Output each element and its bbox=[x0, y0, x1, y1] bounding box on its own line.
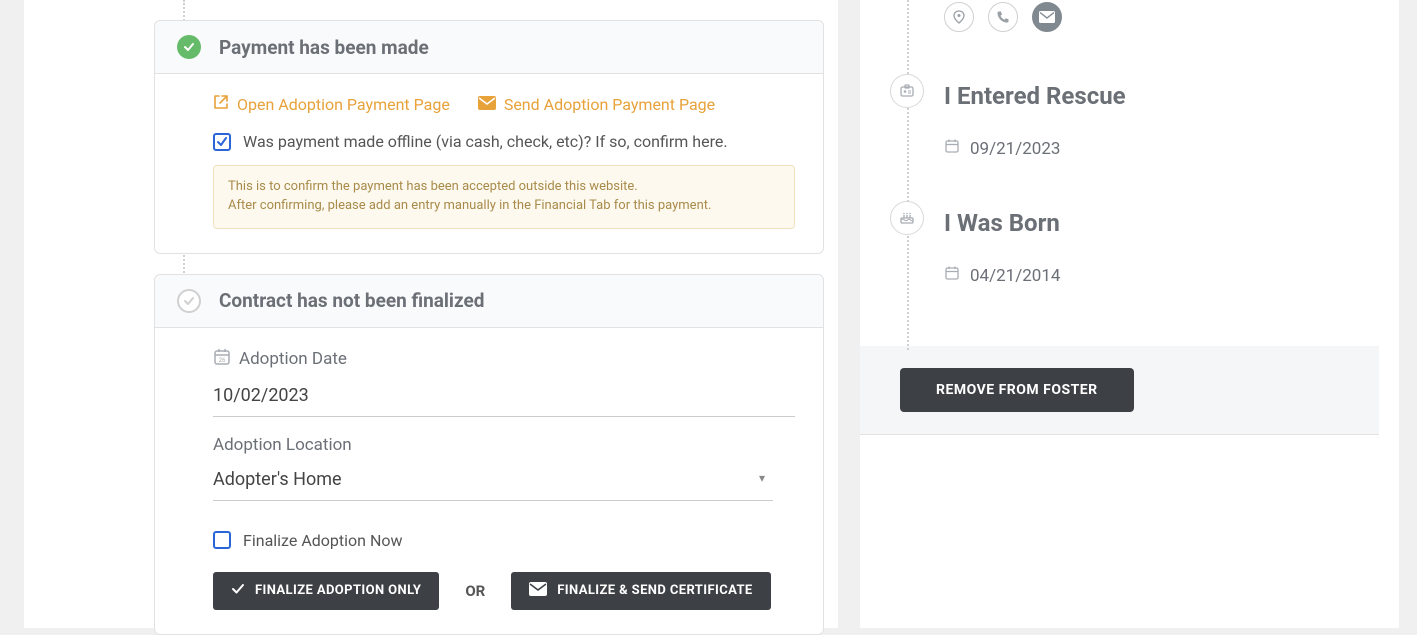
milestone-rescue: I Entered Rescue 09/21/2023 bbox=[890, 82, 1379, 159]
foster-section: REMOVE FROM FOSTER bbox=[860, 346, 1379, 435]
info-line-1: This is to confirm the payment has been … bbox=[228, 178, 780, 197]
send-payment-link-label: Send Adoption Payment Page bbox=[504, 95, 715, 114]
id-badge-icon bbox=[890, 74, 924, 108]
phone-icon-button[interactable] bbox=[988, 2, 1018, 32]
status-done-icon bbox=[177, 35, 201, 59]
finalize-now-label: Finalize Adoption Now bbox=[243, 531, 403, 550]
open-payment-page-link[interactable]: Open Adoption Payment Page bbox=[213, 94, 450, 114]
info-line-2: After confirming, please add an entry ma… bbox=[228, 197, 780, 216]
svg-text:26: 26 bbox=[219, 357, 226, 364]
milestone-born-date: 04/21/2014 bbox=[970, 266, 1060, 286]
offline-payment-checkbox[interactable] bbox=[213, 133, 231, 151]
milestone-rescue-date: 09/21/2023 bbox=[970, 139, 1060, 159]
milestone-born: I Was Born 04/21/2014 bbox=[890, 209, 1379, 286]
external-link-icon bbox=[213, 94, 229, 114]
finalize-send-button[interactable]: FINALIZE & SEND CERTIFICATE bbox=[511, 572, 770, 610]
finalize-only-label: FINALIZE ADOPTION ONLY bbox=[255, 583, 421, 598]
mail-icon bbox=[478, 95, 496, 114]
adoption-location-select[interactable]: Adopter's Home bbox=[213, 463, 773, 501]
finalize-only-button[interactable]: FINALIZE ADOPTION ONLY bbox=[213, 572, 439, 610]
mail-icon bbox=[529, 582, 547, 600]
open-payment-link-label: Open Adoption Payment Page bbox=[237, 95, 450, 114]
send-payment-page-link[interactable]: Send Adoption Payment Page bbox=[478, 94, 715, 114]
adoption-date-input[interactable] bbox=[213, 379, 795, 417]
contract-card-title: Contract has not been finalized bbox=[219, 289, 484, 312]
calendar-icon bbox=[944, 265, 960, 286]
status-pending-icon bbox=[177, 289, 201, 313]
finalize-send-label: FINALIZE & SEND CERTIFICATE bbox=[557, 583, 752, 598]
payment-card: Payment has been made Open Adoption Paym… bbox=[154, 20, 824, 254]
contract-card-header: Contract has not been finalized bbox=[155, 275, 823, 328]
calendar-icon: 26 bbox=[213, 348, 231, 371]
remove-from-foster-button[interactable]: REMOVE FROM FOSTER bbox=[900, 368, 1134, 412]
offline-payment-label: Was payment made offline (via cash, chec… bbox=[243, 132, 728, 151]
finalize-now-checkbox[interactable] bbox=[213, 531, 231, 549]
milestone-rescue-title: I Entered Rescue bbox=[944, 82, 1379, 110]
mail-icon-button[interactable] bbox=[1032, 2, 1062, 32]
or-text: OR bbox=[465, 582, 485, 600]
contract-card: Contract has not been finalized 26 Adopt… bbox=[154, 274, 824, 635]
adoption-date-label: 26 Adoption Date bbox=[213, 348, 795, 371]
offline-payment-info: This is to confirm the payment has been … bbox=[213, 165, 795, 229]
location-icon-button[interactable] bbox=[944, 2, 974, 32]
calendar-icon bbox=[944, 138, 960, 159]
adoption-location-label: Adoption Location bbox=[213, 435, 795, 455]
milestone-born-title: I Was Born bbox=[944, 209, 1379, 237]
payment-card-title: Payment has been made bbox=[219, 36, 429, 59]
birthday-cake-icon bbox=[890, 201, 924, 235]
payment-card-header: Payment has been made bbox=[155, 21, 823, 74]
check-icon bbox=[231, 582, 245, 600]
